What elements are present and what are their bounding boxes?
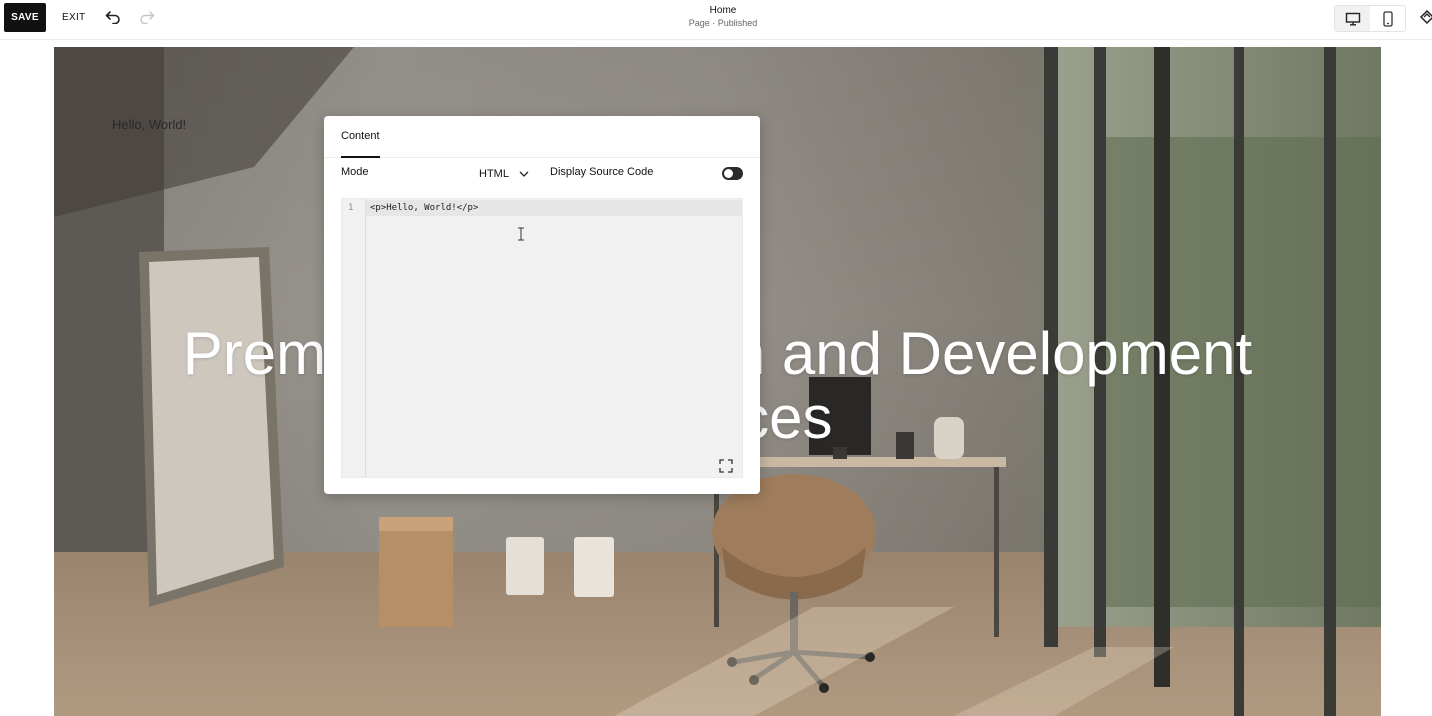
code-editor[interactable]: 1 <p>Hello, World!</p> bbox=[341, 198, 743, 478]
display-source-code-toggle[interactable] bbox=[722, 167, 743, 180]
line-number: 1 bbox=[348, 203, 354, 213]
device-view-toggle bbox=[1334, 5, 1406, 32]
mobile-icon bbox=[1382, 10, 1393, 27]
mode-row: Mode HTML Display Source Code bbox=[341, 164, 743, 184]
panel-tabs: Content bbox=[324, 116, 760, 158]
fullscreen-expand-icon[interactable] bbox=[719, 459, 733, 473]
exit-button[interactable]: EXIT bbox=[58, 5, 89, 29]
tab-content[interactable]: Content bbox=[341, 116, 380, 158]
undo-icon[interactable] bbox=[103, 7, 123, 27]
chevron-down-icon bbox=[519, 171, 529, 177]
toggle-knob bbox=[724, 169, 733, 178]
text-cursor-icon bbox=[518, 227, 524, 241]
style-icon[interactable] bbox=[1418, 8, 1432, 26]
save-button[interactable]: SAVE bbox=[4, 3, 46, 32]
mobile-view-button[interactable] bbox=[1370, 6, 1405, 31]
code-block-editor-panel: Content Mode HTML Display Source Code 1 … bbox=[324, 116, 760, 494]
mode-select-value: HTML bbox=[479, 168, 509, 180]
mode-label: Mode bbox=[341, 166, 369, 178]
editor-toolbar: SAVE EXIT Home Page · Published bbox=[0, 0, 1432, 40]
page-publish-status: Page · Published bbox=[688, 18, 758, 28]
code-line[interactable]: <p>Hello, World!</p> bbox=[370, 203, 478, 213]
redo-icon[interactable] bbox=[137, 7, 157, 27]
hello-world-text-block[interactable]: Hello, World! bbox=[112, 117, 186, 132]
mode-select[interactable]: HTML bbox=[479, 164, 535, 184]
display-source-code-label: Display Source Code bbox=[550, 166, 654, 178]
page-title: Home bbox=[709, 5, 737, 16]
line-number-gutter: 1 bbox=[342, 199, 366, 477]
desktop-icon bbox=[1345, 12, 1360, 25]
desktop-view-button[interactable] bbox=[1335, 6, 1370, 31]
page-status[interactable]: Home Page · Published bbox=[616, 5, 830, 29]
